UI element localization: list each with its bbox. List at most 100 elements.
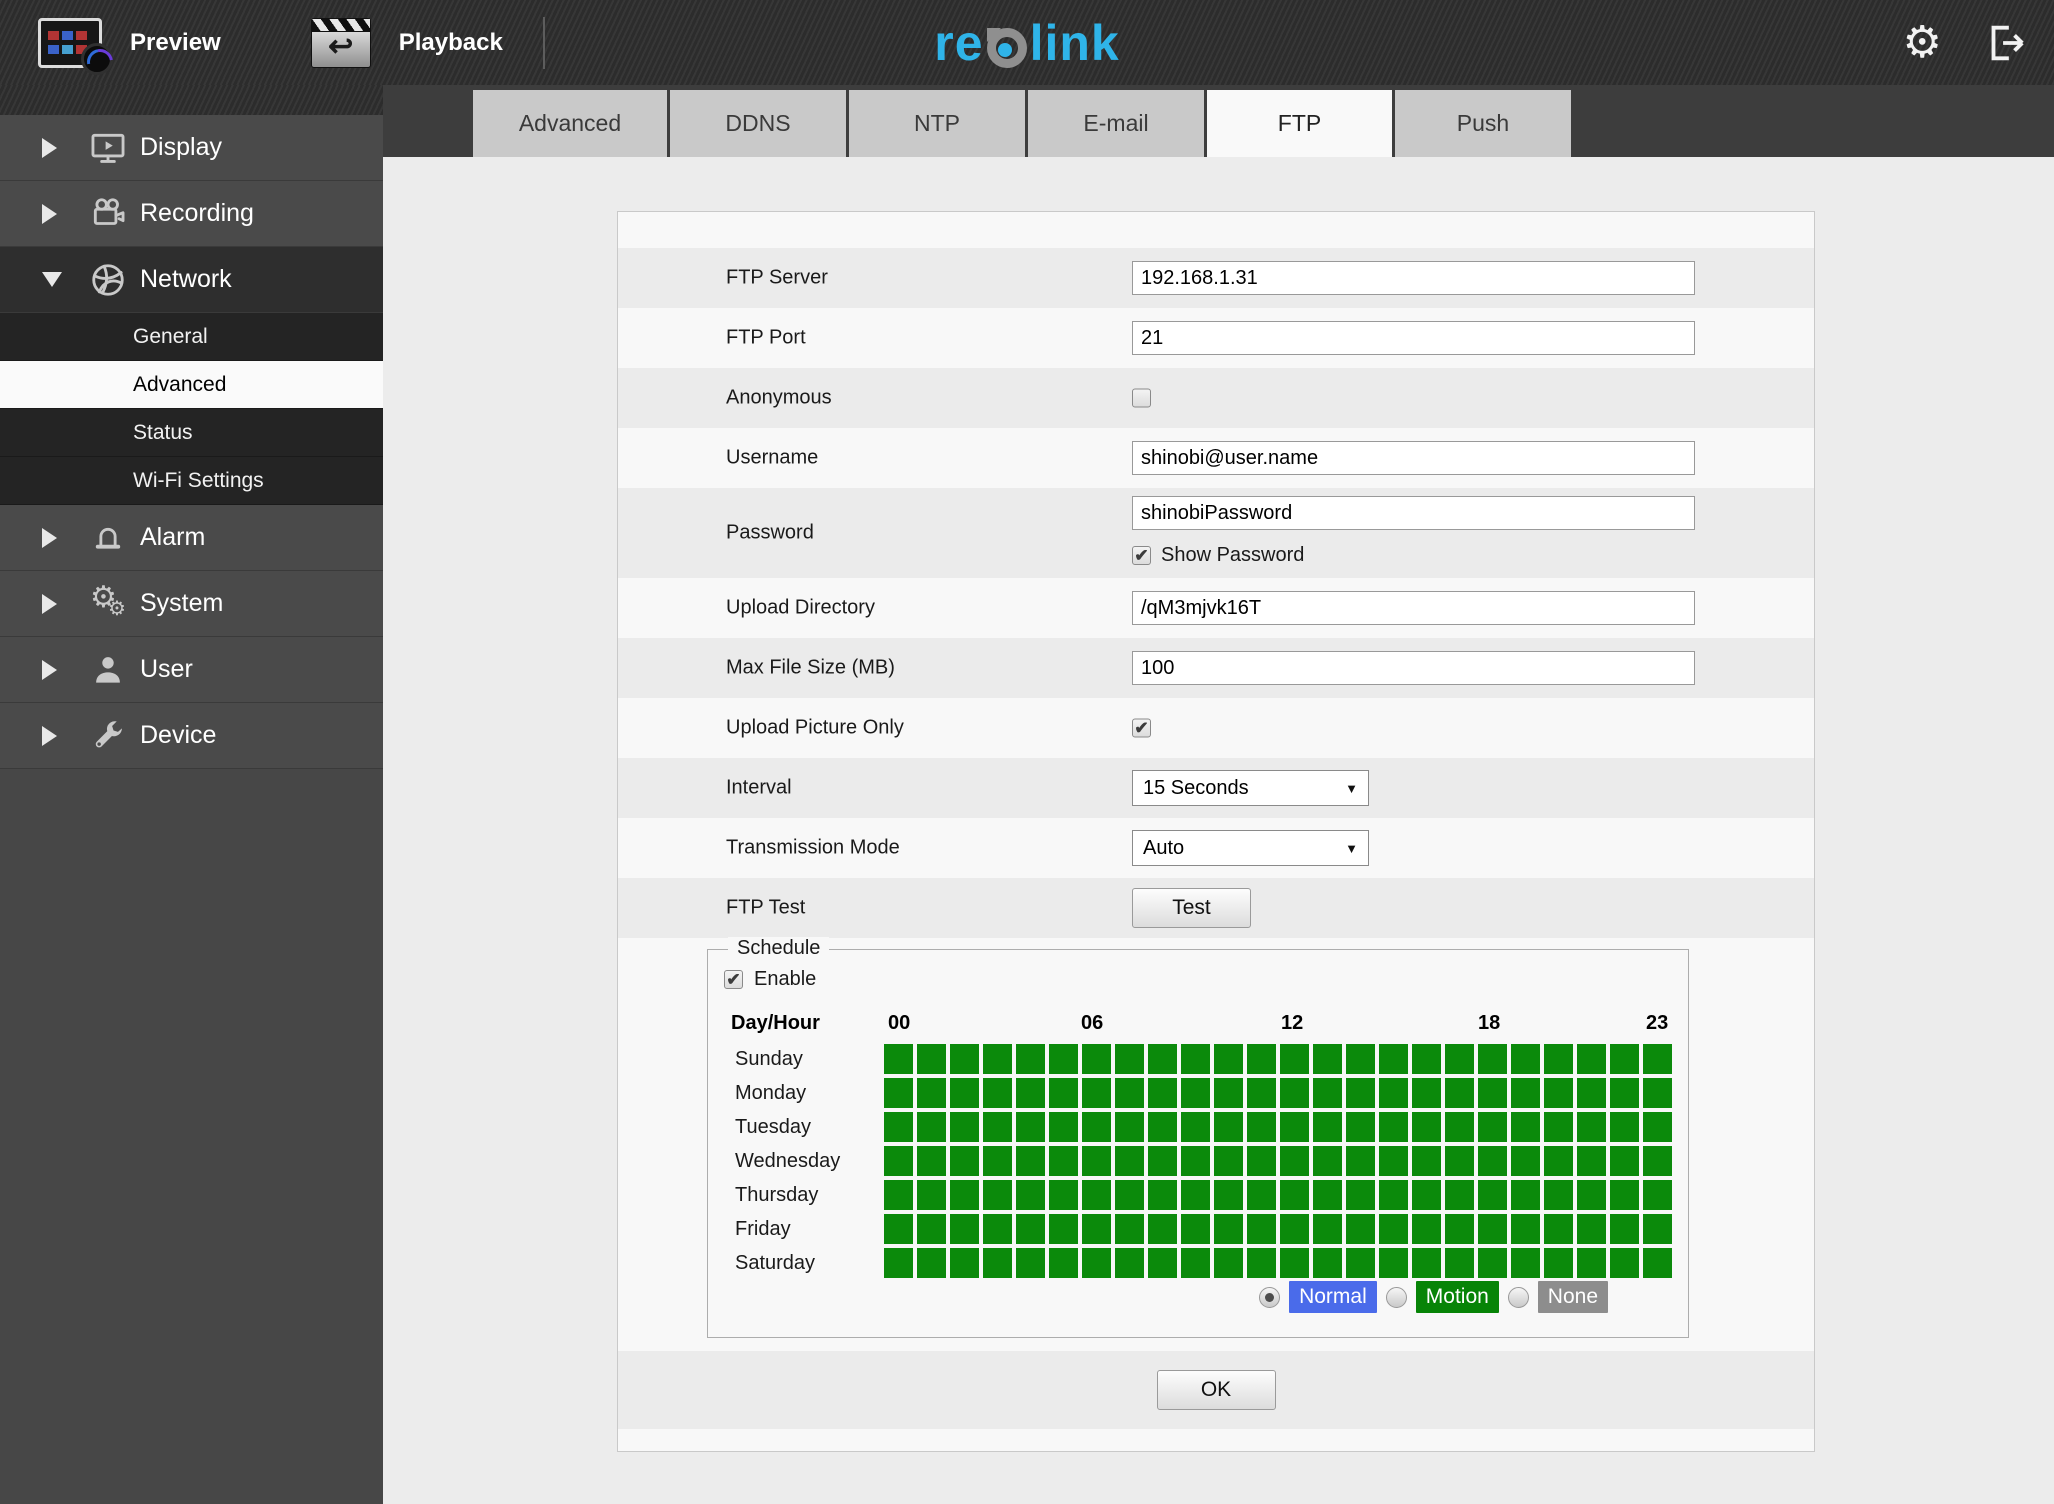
upload-directory-input[interactable]	[1132, 591, 1695, 625]
schedule-cell[interactable]	[1280, 1214, 1309, 1244]
schedule-cell[interactable]	[983, 1112, 1012, 1142]
schedule-cell[interactable]	[884, 1214, 913, 1244]
schedule-cell[interactable]	[1379, 1044, 1408, 1074]
sidebar-subitem-status[interactable]: Status	[0, 409, 383, 457]
schedule-cell[interactable]	[1148, 1078, 1177, 1108]
schedule-cell[interactable]	[1016, 1078, 1045, 1108]
schedule-cell[interactable]	[1247, 1146, 1276, 1176]
schedule-cell[interactable]	[1577, 1214, 1606, 1244]
schedule-cell[interactable]	[1577, 1044, 1606, 1074]
schedule-cell[interactable]	[1412, 1078, 1441, 1108]
schedule-cell[interactable]	[1181, 1214, 1210, 1244]
schedule-cell[interactable]	[1643, 1146, 1672, 1176]
max-file-size-input[interactable]	[1132, 651, 1695, 685]
schedule-cell[interactable]	[1445, 1214, 1474, 1244]
sidebar-item-system[interactable]: ⚙ ⚙ System	[0, 571, 383, 637]
schedule-cell[interactable]	[1412, 1248, 1441, 1278]
mode-chip-normal[interactable]: Normal	[1289, 1281, 1377, 1313]
schedule-cell[interactable]	[1082, 1248, 1111, 1278]
schedule-cell[interactable]	[1049, 1180, 1078, 1210]
upload-picture-only-checkbox[interactable]	[1132, 718, 1151, 738]
schedule-cell[interactable]	[917, 1248, 946, 1278]
schedule-cell[interactable]	[1214, 1214, 1243, 1244]
schedule-cell[interactable]	[1577, 1112, 1606, 1142]
schedule-cell[interactable]	[1148, 1214, 1177, 1244]
sidebar-subitem-advanced[interactable]: Advanced	[0, 361, 383, 409]
schedule-cell[interactable]	[884, 1180, 913, 1210]
schedule-cell[interactable]	[1115, 1112, 1144, 1142]
schedule-cell[interactable]	[983, 1078, 1012, 1108]
schedule-cell[interactable]	[1511, 1248, 1540, 1278]
schedule-cell[interactable]	[1049, 1248, 1078, 1278]
schedule-cell[interactable]	[1280, 1146, 1309, 1176]
schedule-cell[interactable]	[1643, 1078, 1672, 1108]
schedule-cell[interactable]	[1115, 1044, 1144, 1074]
schedule-cell[interactable]	[1412, 1044, 1441, 1074]
schedule-cell[interactable]	[1280, 1112, 1309, 1142]
sidebar-subitem-general[interactable]: General	[0, 313, 383, 361]
mode-radio-none[interactable]	[1507, 1286, 1529, 1308]
schedule-cell[interactable]	[1181, 1180, 1210, 1210]
schedule-cell[interactable]	[1313, 1146, 1342, 1176]
schedule-cell[interactable]	[983, 1248, 1012, 1278]
ftp-test-button[interactable]: Test	[1132, 888, 1251, 928]
schedule-cell[interactable]	[1346, 1078, 1375, 1108]
schedule-cell[interactable]	[1115, 1248, 1144, 1278]
schedule-cell[interactable]	[1379, 1078, 1408, 1108]
anonymous-checkbox[interactable]	[1132, 388, 1151, 408]
schedule-cell[interactable]	[1181, 1146, 1210, 1176]
schedule-cell[interactable]	[1544, 1146, 1573, 1176]
schedule-cell[interactable]	[1412, 1214, 1441, 1244]
schedule-cell[interactable]	[1643, 1112, 1672, 1142]
schedule-cell[interactable]	[1148, 1146, 1177, 1176]
schedule-cell[interactable]	[1214, 1112, 1243, 1142]
mode-radio-motion[interactable]	[1385, 1286, 1407, 1308]
schedule-cell[interactable]	[1346, 1112, 1375, 1142]
preview-nav[interactable]: Preview	[38, 17, 221, 75]
schedule-cell[interactable]	[1313, 1214, 1342, 1244]
gear-icon[interactable]: ⚙	[1903, 20, 1942, 65]
schedule-cell[interactable]	[1511, 1044, 1540, 1074]
schedule-cell[interactable]	[1214, 1078, 1243, 1108]
schedule-cell[interactable]	[1577, 1146, 1606, 1176]
schedule-cell[interactable]	[1544, 1044, 1573, 1074]
mode-chip-motion[interactable]: Motion	[1415, 1281, 1499, 1313]
schedule-cell[interactable]	[1016, 1180, 1045, 1210]
schedule-cell[interactable]	[1544, 1112, 1573, 1142]
schedule-cell[interactable]	[1082, 1214, 1111, 1244]
schedule-cell[interactable]	[1148, 1180, 1177, 1210]
schedule-cell[interactable]	[1280, 1248, 1309, 1278]
schedule-cell[interactable]	[1214, 1180, 1243, 1210]
schedule-cell[interactable]	[1445, 1112, 1474, 1142]
schedule-cell[interactable]	[983, 1044, 1012, 1074]
schedule-cell[interactable]	[884, 1146, 913, 1176]
schedule-cell[interactable]	[950, 1112, 979, 1142]
schedule-cell[interactable]	[1478, 1146, 1507, 1176]
schedule-cell[interactable]	[1544, 1078, 1573, 1108]
schedule-cell[interactable]	[1511, 1112, 1540, 1142]
schedule-cell[interactable]	[1610, 1044, 1639, 1074]
schedule-cell[interactable]	[1214, 1044, 1243, 1074]
tab-ddns[interactable]: DDNS	[670, 90, 846, 157]
schedule-cell[interactable]	[1544, 1248, 1573, 1278]
sidebar-subitem-wifi-settings[interactable]: Wi-Fi Settings	[0, 457, 383, 505]
schedule-cell[interactable]	[1049, 1044, 1078, 1074]
schedule-cell[interactable]	[1544, 1180, 1573, 1210]
schedule-cell[interactable]	[917, 1180, 946, 1210]
schedule-cell[interactable]	[1478, 1214, 1507, 1244]
ftp-server-input[interactable]	[1132, 261, 1695, 295]
schedule-cell[interactable]	[1610, 1078, 1639, 1108]
sidebar-item-device[interactable]: Device	[0, 703, 383, 769]
username-input[interactable]	[1132, 441, 1695, 475]
schedule-cell[interactable]	[1247, 1214, 1276, 1244]
show-password-checkbox[interactable]	[1132, 546, 1151, 565]
schedule-cell[interactable]	[1049, 1146, 1078, 1176]
schedule-cell[interactable]	[1478, 1248, 1507, 1278]
schedule-cell[interactable]	[1214, 1146, 1243, 1176]
schedule-cell[interactable]	[1049, 1214, 1078, 1244]
sidebar-item-display[interactable]: Display	[0, 115, 383, 181]
schedule-enable-checkbox[interactable]	[724, 970, 743, 989]
tab-push[interactable]: Push	[1395, 90, 1571, 157]
schedule-cell[interactable]	[1445, 1180, 1474, 1210]
schedule-cell[interactable]	[1610, 1248, 1639, 1278]
